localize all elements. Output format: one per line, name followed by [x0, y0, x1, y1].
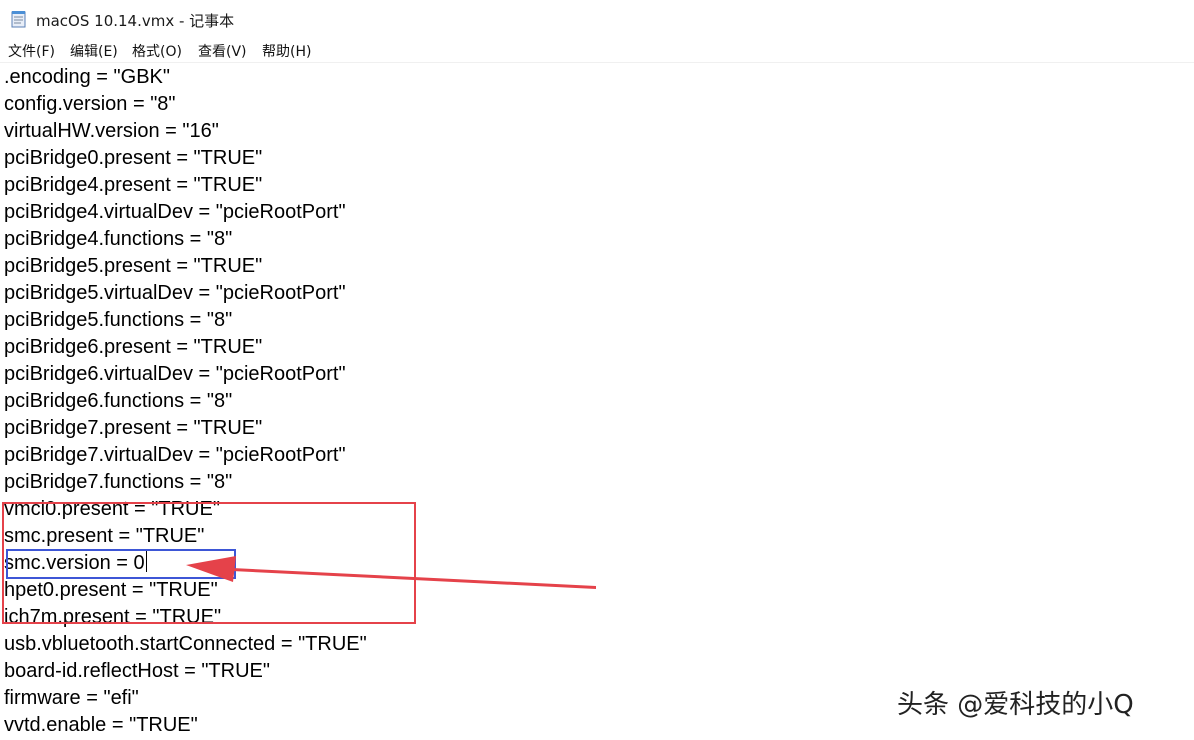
- arrowhead-icon: [186, 556, 236, 582]
- arrow-shaft: [232, 568, 596, 589]
- arrow-annotation: [186, 556, 596, 589]
- watermark-text: 头条 @爱科技的小Q: [897, 690, 1134, 720]
